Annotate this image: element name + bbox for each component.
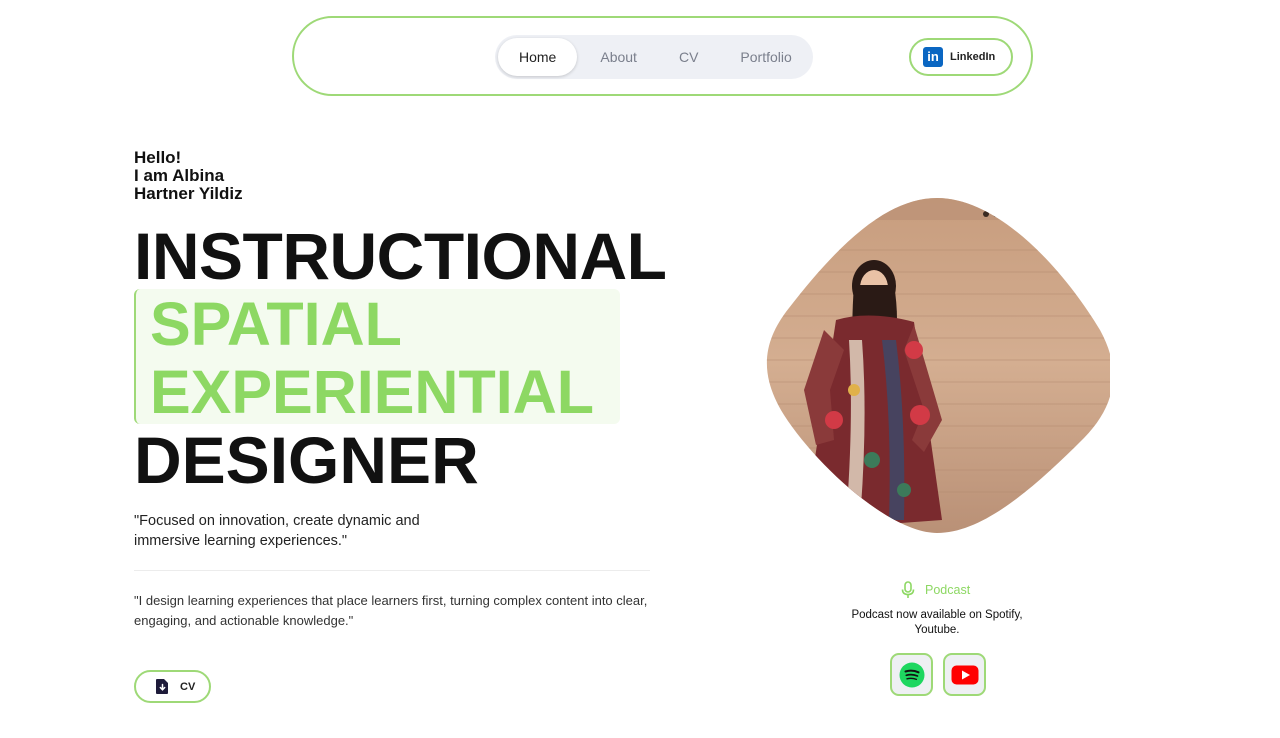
- headline-experiential: EXPERIENTIAL: [150, 358, 595, 426]
- headline-instructional: INSTRUCTIONAL: [134, 219, 667, 293]
- greeting-line: Hartner Yildiz: [134, 184, 243, 203]
- nav-item-home[interactable]: Home: [498, 38, 578, 76]
- document-download-icon: [156, 679, 168, 694]
- spotify-button[interactable]: [890, 653, 933, 696]
- greeting-line: I am Albina: [134, 166, 225, 185]
- profile-photo-shape: [766, 198, 1110, 533]
- youtube-icon: [951, 665, 978, 684]
- nav-item-portfolio[interactable]: Portfolio: [719, 38, 812, 76]
- headline-spatial: SPATIAL: [150, 290, 402, 358]
- cv-button-label: CV: [180, 680, 196, 693]
- headline-title: INSTRUCTIONAL: [134, 219, 667, 293]
- greeting: Hello! I am Albina Hartner Yildiz: [134, 149, 243, 203]
- cv-button[interactable]: CV: [134, 670, 211, 703]
- bio-quote: "I design learning experiences that plac…: [134, 591, 654, 630]
- linkedin-icon: in: [923, 47, 943, 67]
- greeting-line: Hello!: [134, 148, 182, 167]
- profile-photo: [764, 190, 1110, 536]
- divider: [134, 570, 650, 571]
- podcast-label: Podcast: [925, 583, 971, 597]
- bio-line: "I design learning experiences that plac…: [134, 593, 648, 608]
- linkedin-label: LinkedIn: [950, 51, 996, 63]
- linkedin-button[interactable]: in LinkedIn: [909, 38, 1013, 76]
- spotify-icon: [899, 662, 924, 687]
- tagline: "Focused on innovation, create dynamic a…: [134, 513, 420, 549]
- bio-line: engaging, and actionable knowledge.": [134, 612, 354, 628]
- navbar: Home About CV Portfolio in LinkedIn: [292, 16, 1033, 96]
- podcast-heading: Podcast: [900, 581, 970, 599]
- nav-item-about[interactable]: About: [577, 38, 658, 76]
- microphone-icon: [901, 581, 915, 598]
- podcast-description: Podcast now available on Spotify, Youtub…: [851, 609, 1023, 636]
- headline-designer: DESIGNER: [134, 423, 479, 497]
- nav-tabs: Home About CV Portfolio: [495, 35, 813, 79]
- nav-item-cv[interactable]: CV: [658, 38, 719, 76]
- youtube-button[interactable]: [943, 653, 986, 696]
